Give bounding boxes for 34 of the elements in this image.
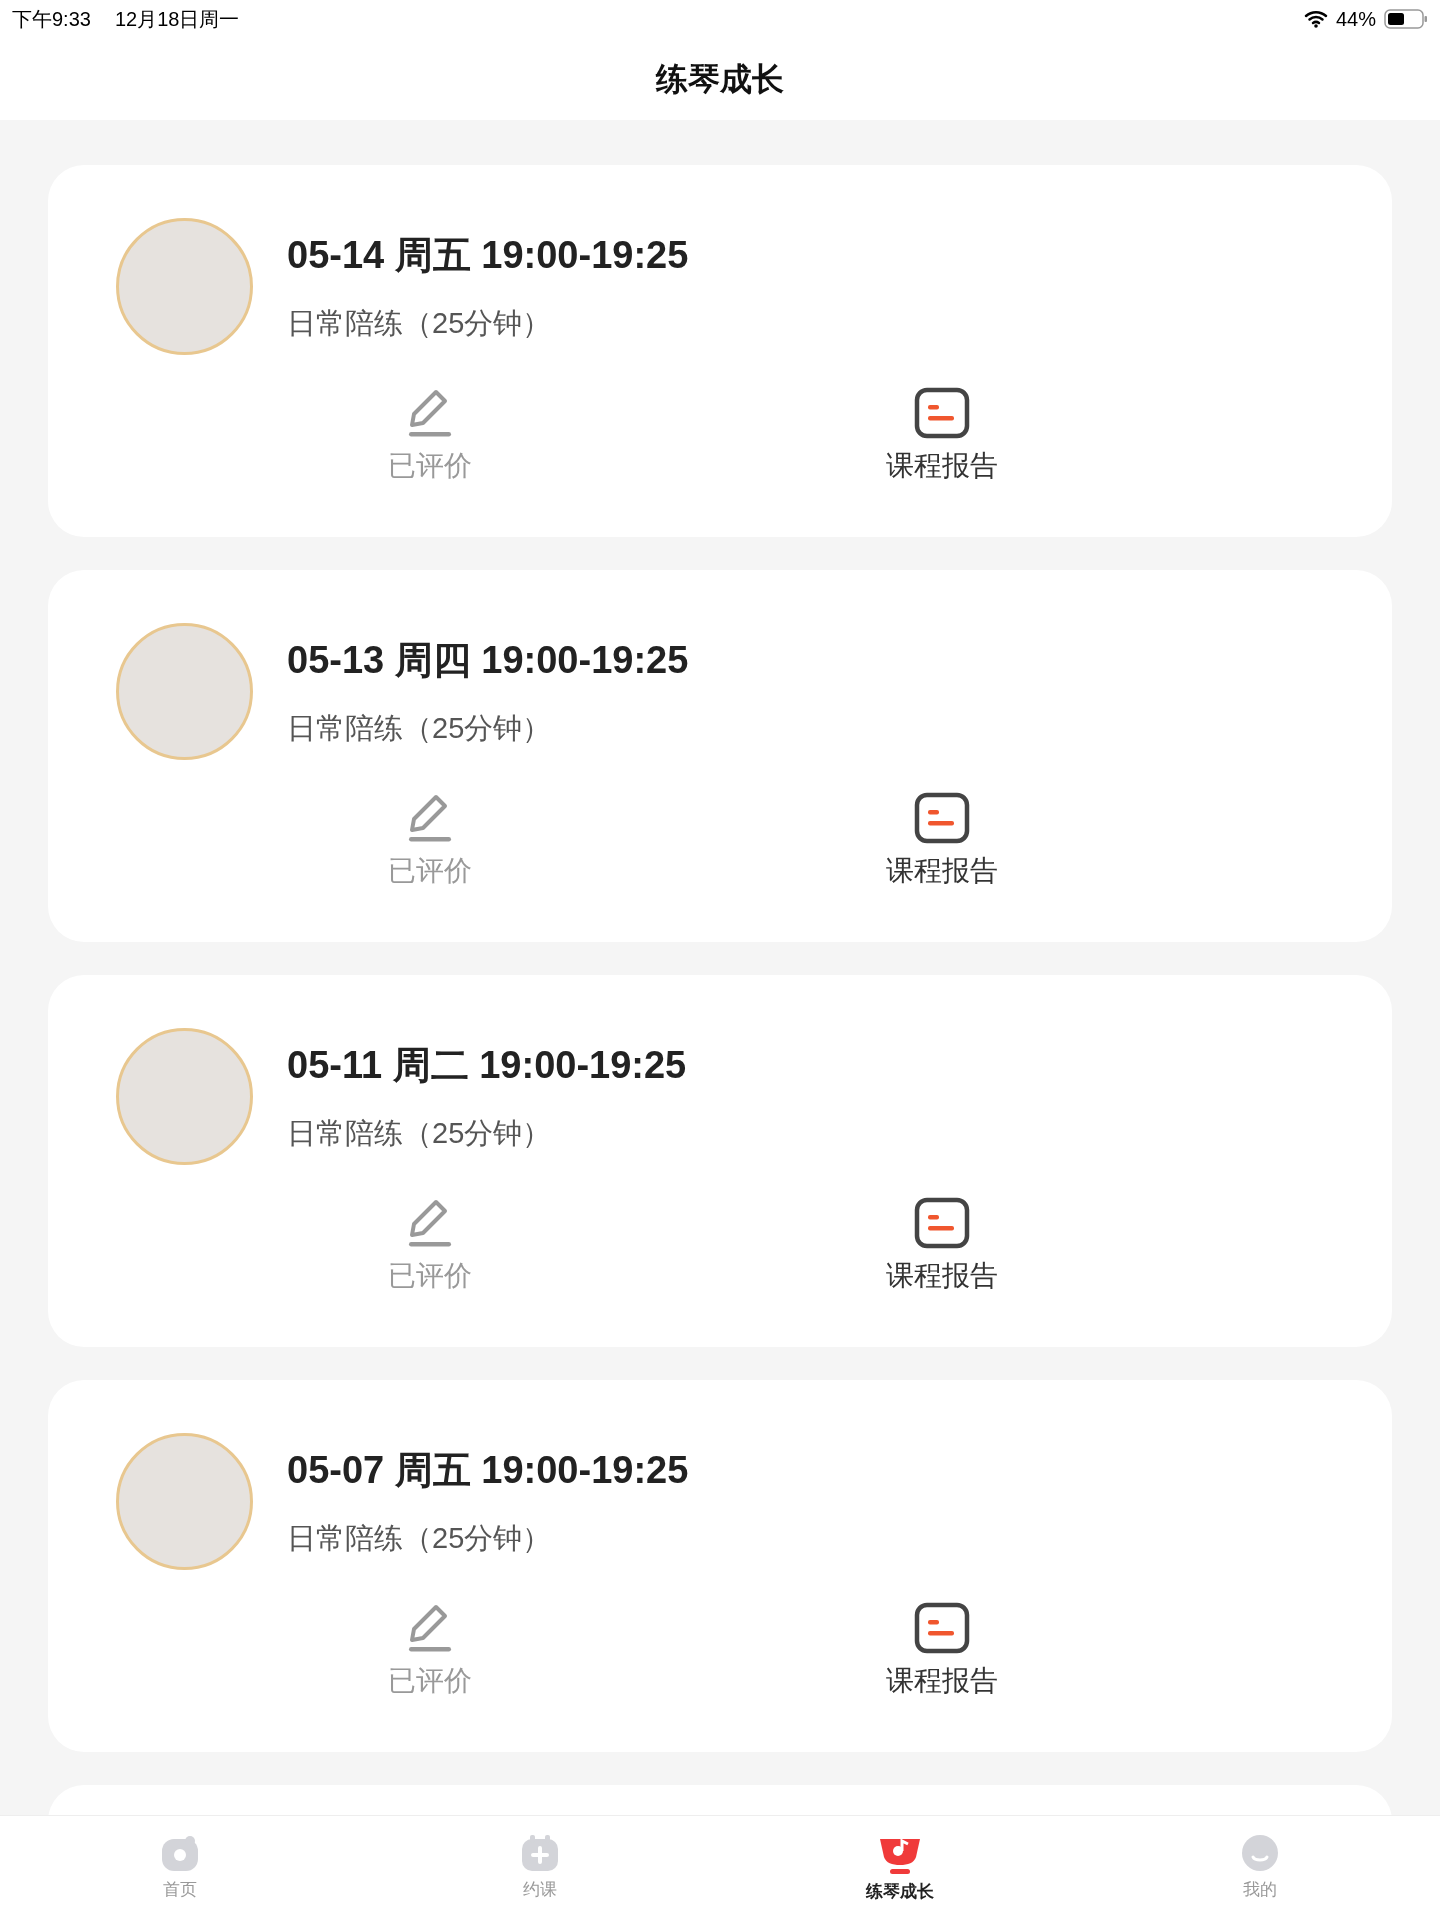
page-title: 练琴成长 [656,59,784,99]
report-button[interactable]: 课程报告 [782,1602,1102,1702]
review-button[interactable]: 已评价 [270,1602,590,1702]
review-button[interactable]: 已评价 [270,387,590,487]
report-icon [914,1197,970,1249]
battery-percent: 44% [1335,6,1376,32]
report-icon [914,792,970,844]
report-button[interactable]: 课程报告 [782,1197,1102,1297]
review-button[interactable]: 已评价 [270,792,590,892]
lesson-type: 日常陪练（25分钟） [287,1116,553,1152]
report-icon [914,1602,970,1654]
review-button[interactable]: 已评价 [270,1197,590,1297]
pencil-icon [406,1197,454,1249]
tab-item[interactable]: 约课 [360,1816,720,1920]
status-date: 12月18日周一 [114,6,240,32]
lesson-type: 日常陪练（25分钟） [287,711,553,747]
pencil-icon [406,1602,454,1654]
lesson-time: 05-13 周四 19:00-19:25 [287,638,689,684]
battery-icon [1384,8,1428,29]
lesson-type: 日常陪练（25分钟） [287,1521,553,1557]
report-button[interactable]: 课程报告 [782,387,1102,487]
tab-item[interactable]: 练琴成长 [720,1816,1080,1920]
lesson-time: 05-07 周五 19:00-19:25 [287,1448,689,1494]
status-time: 下午9:33 [12,6,91,32]
pencil-icon [406,792,454,844]
lesson-time: 05-11 周二 19:00-19:25 [287,1043,687,1089]
report-button[interactable]: 课程报告 [782,792,1102,892]
wifi-icon [1303,9,1328,28]
pencil-icon [406,387,454,439]
lesson-time: 05-14 周五 19:00-19:25 [287,233,689,279]
tab-item[interactable]: 我的 [1080,1816,1440,1920]
lesson-type: 日常陪练（25分钟） [287,306,553,342]
tab-item[interactable]: 首页 [0,1816,360,1920]
report-icon [914,387,970,439]
